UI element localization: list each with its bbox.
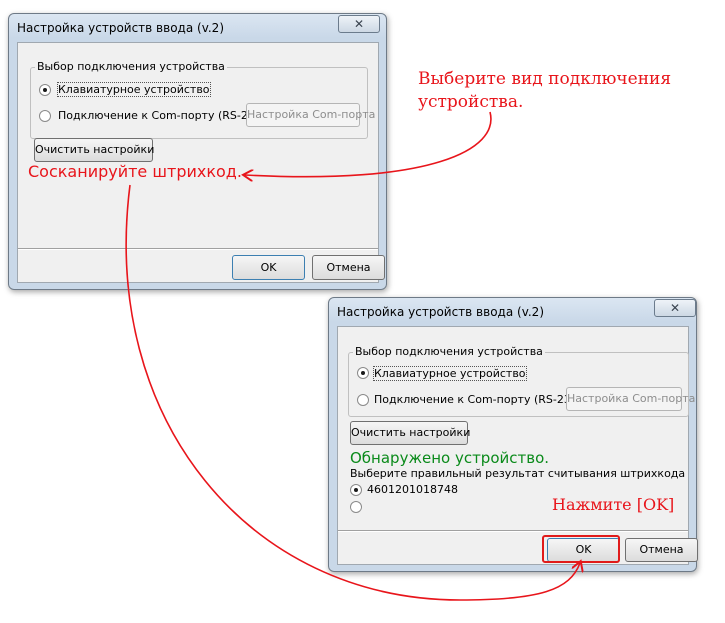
ok-button[interactable]: OK [232,255,305,280]
com-port-settings-button[interactable]: Настройка Com-порта [246,103,375,127]
dialog-title: Настройка устройств ввода (v.2) [17,21,224,35]
dialog-client-area: Выбор подключения устройства Клавиатурно… [337,326,698,565]
clear-settings-button[interactable]: Очистить настройки [350,421,470,445]
annotation-choose-connection-line2: устройства. [418,92,524,112]
annotation-scan-barcode: Сосканируйте штрихкод. [28,162,242,181]
radio-com-port[interactable] [357,394,369,406]
device-detected-text: Обнаружено устройство. [350,449,550,467]
cancel-button[interactable]: Отмена [625,538,698,562]
barcode-option-1-label[interactable]: 4601201018748 [367,483,458,496]
radio-keyboard-device[interactable] [39,84,51,96]
radio-barcode-option-2[interactable] [350,501,362,513]
close-icon: ✕ [353,17,365,31]
ok-highlight-box [542,535,620,563]
close-icon: ✕ [669,301,681,315]
cancel-button[interactable]: Отмена [312,255,385,280]
settings-dialog-2: Настройка устройств ввода (v.2) ✕ Выбор … [328,297,698,572]
radio-keyboard-device[interactable] [357,367,369,379]
title-bar[interactable]: Настройка устройств ввода (v.2) ✕ [9,14,386,42]
radio-keyboard-label[interactable]: Клавиатурное устройство [373,366,527,381]
radio-keyboard-label[interactable]: Клавиатурное устройство [57,82,211,97]
annotation-press-ok: Нажмите [OK] [552,495,675,514]
radio-com-port-label[interactable]: Подключение к Com-порту (RS-232) [374,393,582,406]
footer-separator [18,248,378,250]
com-port-settings-button[interactable]: Настройка Com-порта [566,387,695,411]
clear-settings-button[interactable]: Очистить настройки [34,138,154,162]
dialog-title: Настройка устройств ввода (v.2) [337,305,544,319]
close-button[interactable]: ✕ [654,299,696,317]
close-button[interactable]: ✕ [338,15,380,33]
choose-result-text: Выберите правильный результат считывания… [350,467,686,480]
title-bar[interactable]: Настройка устройств ввода (v.2) ✕ [329,298,696,326]
footer-separator [338,530,688,532]
radio-barcode-option-1[interactable] [350,484,362,496]
annotation-choose-connection-line1: Выберите вид подключения [418,69,672,89]
radio-com-port-label[interactable]: Подключение к Com-порту (RS-232) [58,109,266,122]
connection-group-label: Выбор подключения устройства [353,345,545,358]
radio-com-port[interactable] [39,110,51,122]
connection-group-label: Выбор подключения устройства [35,60,227,73]
settings-dialog-1: Настройка устройств ввода (v.2) ✕ Выбор … [8,13,387,290]
